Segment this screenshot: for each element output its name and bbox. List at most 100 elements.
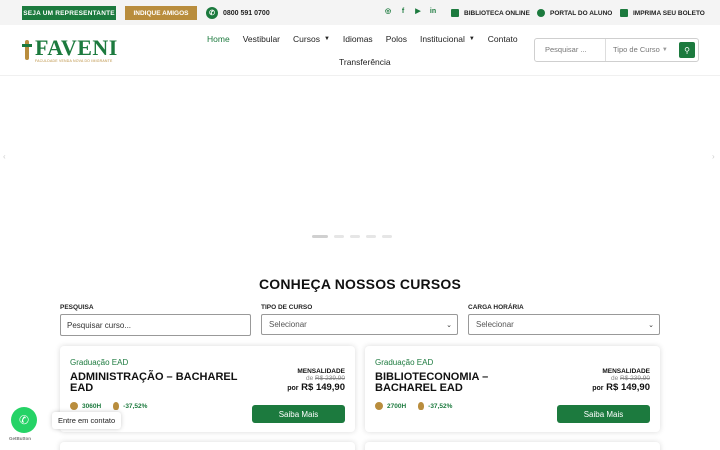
section-title: CONHEÇA NOSSOS CURSOS (258, 276, 462, 292)
library-label: BIBLIOTECA ONLINE (464, 9, 530, 17)
representative-button[interactable]: SEJA UM REPRESENTANTE (22, 6, 116, 20)
facebook-icon[interactable]: f (399, 7, 407, 15)
course-title[interactable]: BIBLIOTECONOMIA – BACHAREL EAD (375, 372, 545, 394)
social-links: ◎ f ▶ in (384, 7, 437, 16)
logo[interactable]: FAVENI FACULDADE VENDA NOVA DO IMIGRANTE (22, 35, 118, 63)
course-type-select[interactable]: Tipo de Curso ▼ (613, 45, 668, 54)
course-discount: -37,52% (428, 402, 453, 410)
phone-link[interactable]: ✆ 0800 591 0700 (206, 6, 270, 20)
linkedin-icon[interactable]: in (429, 7, 437, 15)
course-card (365, 442, 660, 450)
workload-value: Selecionar (476, 320, 514, 329)
nav-institucional[interactable]: Institucional ▼ (420, 32, 475, 46)
course-meta: 3060H -37,52% (70, 402, 147, 410)
nav-label: Contato (487, 34, 518, 44)
slider-next-arrow[interactable]: › (712, 152, 715, 161)
new-price-value: R$ 149,90 (606, 382, 650, 393)
nav-idiomas[interactable]: Idiomas (343, 32, 373, 46)
search-button[interactable]: ⚲ (679, 42, 695, 58)
top-bar: SEJA UM REPRESENTANTE INDIQUE AMIGOS ✆ 0… (0, 0, 720, 25)
learn-more-button[interactable]: Saiba Mais (557, 405, 650, 423)
nav-contato[interactable]: Contato (488, 32, 518, 46)
course-card: Graduação EAD BIBLIOTECONOMIA – BACHAREL… (365, 346, 660, 432)
flame-icon (113, 402, 120, 410)
whatsapp-bubble[interactable]: Entre em contato (52, 412, 122, 429)
nav-cursos[interactable]: Cursos ▼ (293, 32, 330, 46)
course-hours: 2700H (387, 402, 407, 410)
course-search-input[interactable]: Pesquisar curso... (60, 314, 251, 336)
price-label: MENSALIDADE (602, 368, 650, 375)
slider-dot[interactable] (334, 235, 344, 238)
search-icon: ⚲ (684, 45, 690, 55)
instagram-icon[interactable]: ◎ (384, 7, 392, 15)
torch-icon (22, 38, 32, 62)
nav-label: Vestibular (242, 34, 281, 44)
slider-prev-arrow[interactable]: ‹ (3, 152, 6, 161)
refer-friends-button[interactable]: INDIQUE AMIGOS (125, 6, 197, 20)
new-price: por R$ 149,90 (287, 382, 345, 393)
whatsapp-button[interactable]: ✆ (11, 407, 37, 433)
old-price: de R$ 239,90 (287, 375, 345, 382)
print-boleto-link[interactable]: IMPRIMA SEU BOLETO (620, 6, 705, 20)
course-hours: 3060H (82, 402, 102, 410)
course-category: Graduação EAD (375, 358, 434, 367)
new-price-prefix: por (287, 385, 299, 392)
old-price: de R$ 239,90 (592, 375, 650, 382)
slider-dot[interactable] (350, 235, 360, 238)
nav-label: Home (207, 34, 230, 44)
student-portal-label: PORTAL DO ALUNO (550, 9, 613, 17)
divider (605, 39, 606, 61)
brand-name: FAVENI (35, 35, 118, 60)
phone-icon: ✆ (206, 7, 218, 19)
slider-dots (312, 235, 392, 238)
nav-polos[interactable]: Polos (386, 32, 407, 46)
new-price-prefix: por (592, 385, 604, 392)
whatsapp-icon: ✆ (18, 413, 30, 427)
workload-filter[interactable]: Selecionar ⌄ (468, 314, 660, 335)
course-title[interactable]: ADMINISTRAÇÃO – BACHAREL EAD (70, 372, 240, 394)
hours-filter-label: CARGA HORÁRIA (468, 304, 524, 311)
slider-dot[interactable] (312, 235, 328, 238)
price-label: MENSALIDADE (297, 368, 345, 375)
nav-transferencia[interactable]: Transferência (339, 55, 391, 69)
nav-vestibular[interactable]: Vestibular (243, 32, 280, 46)
header-search-input[interactable]: Pesquisar ... (545, 45, 587, 54)
flame-icon (418, 402, 425, 410)
course-price: MENSALIDADE de R$ 239,90 por R$ 149,90 (592, 368, 650, 393)
course-category: Graduação EAD (70, 358, 129, 367)
nav-label: Cursos (293, 34, 320, 44)
clock-icon (375, 402, 383, 410)
header-search: Pesquisar ... Tipo de Curso ▼ ⚲ (534, 38, 699, 62)
slider-dot[interactable] (382, 235, 392, 238)
getbutton-credit[interactable]: GetButton (9, 436, 31, 441)
course-card (60, 442, 355, 450)
nav-label: Idiomas (342, 34, 373, 44)
old-price-value: R$ 239,90 (315, 375, 345, 382)
slider-dot[interactable] (366, 235, 376, 238)
youtube-icon[interactable]: ▶ (414, 7, 422, 15)
course-discount: -37,52% (123, 402, 148, 410)
course-type-filter[interactable]: Selecionar ⌄ (261, 314, 458, 335)
student-portal-link[interactable]: PORTAL DO ALUNO (537, 6, 612, 20)
nav-label: Institucional (419, 34, 465, 44)
user-icon (537, 9, 545, 17)
new-price: por R$ 149,90 (592, 382, 650, 393)
search-filter-label: PESQUISA (60, 304, 94, 311)
phone-number: 0800 591 0700 (223, 9, 270, 17)
chevron-down-icon: ⌄ (648, 322, 654, 329)
course-type-value: Selecionar (269, 320, 307, 329)
type-filter-label: TIPO DE CURSO (261, 304, 313, 311)
old-price-value: R$ 239,90 (620, 375, 650, 382)
course-search-placeholder: Pesquisar curso... (67, 320, 132, 330)
hero-slider (0, 75, 720, 245)
nav-label: Polos (385, 34, 407, 44)
nav-home[interactable]: Home (207, 32, 230, 46)
learn-more-button[interactable]: Saiba Mais (252, 405, 345, 423)
book-icon (451, 9, 459, 17)
chevron-down-icon: ▼ (468, 36, 475, 42)
library-link[interactable]: BIBLIOTECA ONLINE (451, 6, 530, 20)
course-type-label: Tipo de Curso (613, 45, 660, 54)
clock-icon (70, 402, 78, 410)
chevron-down-icon: ▼ (323, 36, 330, 42)
new-price-value: R$ 149,90 (301, 382, 345, 393)
